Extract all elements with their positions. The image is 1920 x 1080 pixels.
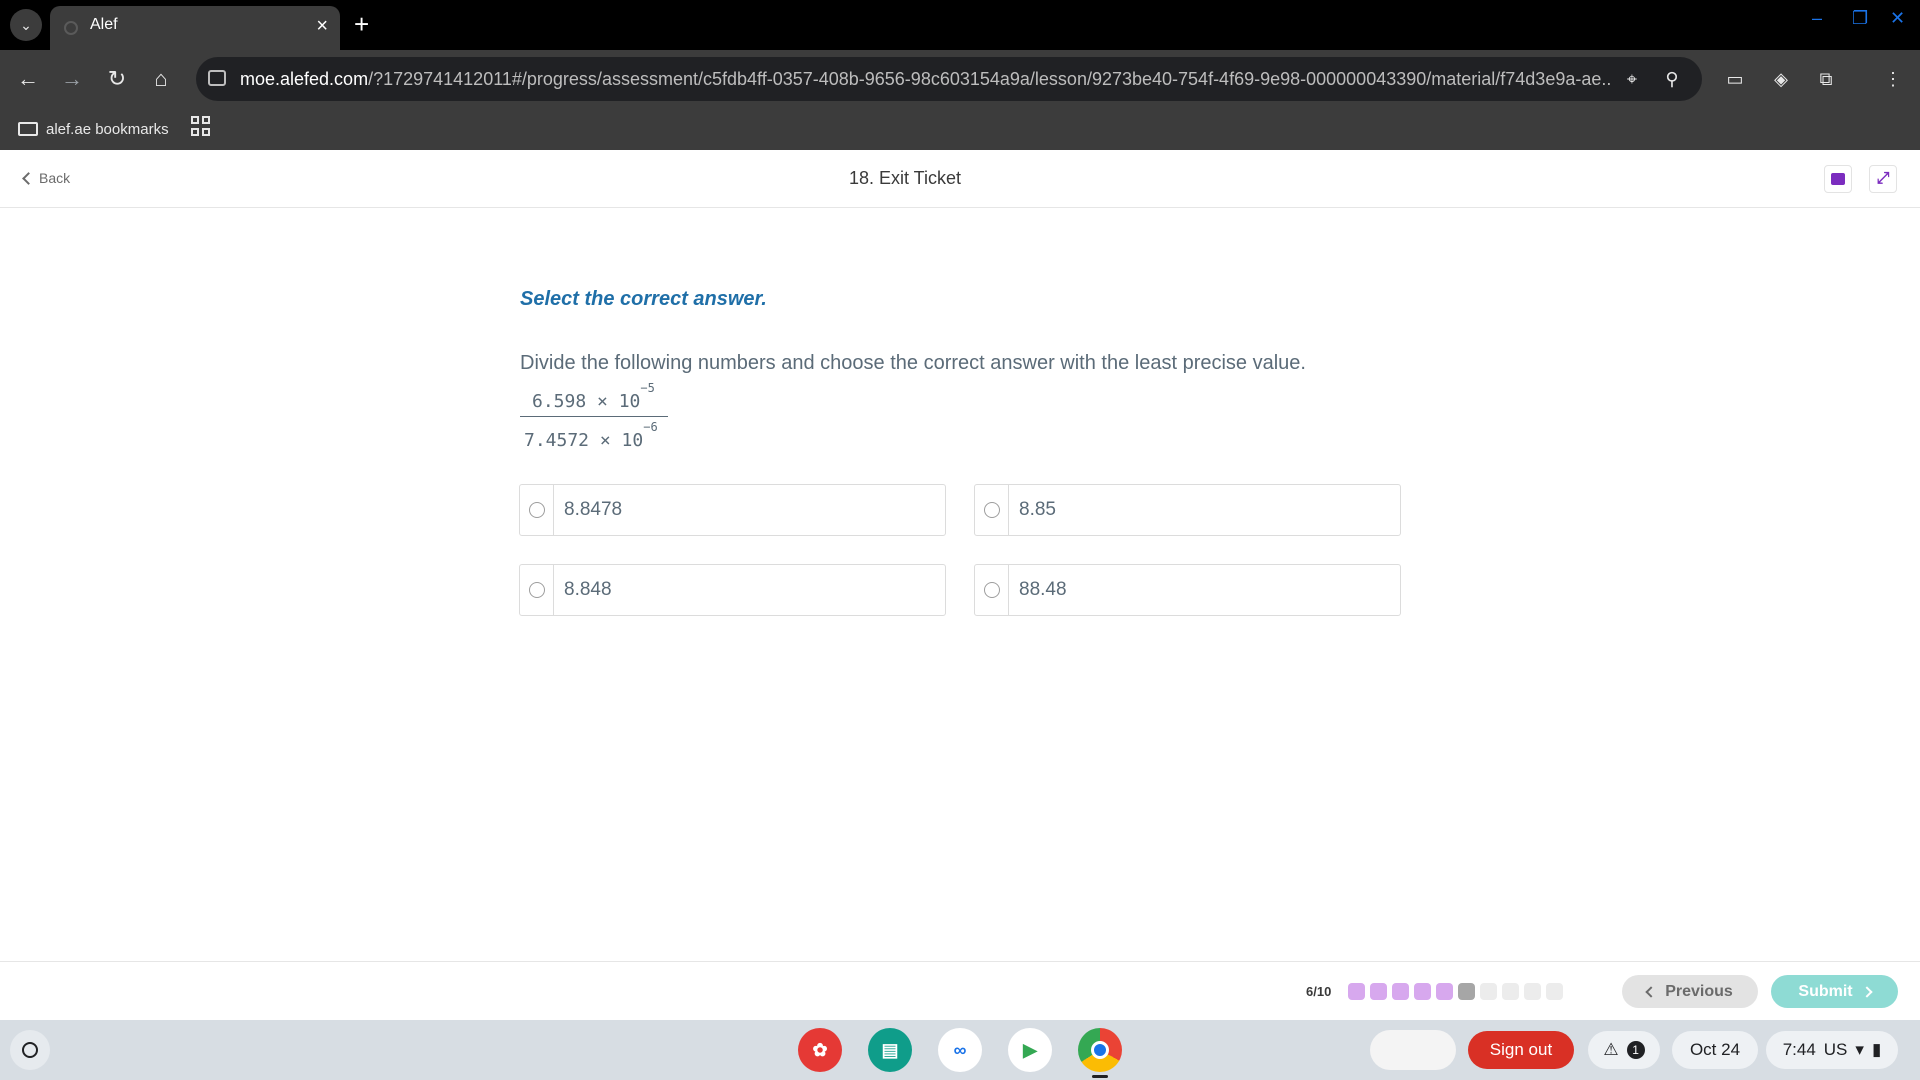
status-tray[interactable]: 7:44 US ▾ ▮ [1766,1031,1898,1069]
forward-arrow-icon[interactable]: → [56,63,88,95]
window-thumbnail[interactable] [1370,1030,1456,1070]
answer-option-c[interactable]: 8.848 [519,564,946,616]
fraction-bar [520,416,668,417]
menu-kebab-icon[interactable]: ⋮ [1880,66,1906,92]
minimize-icon[interactable]: – [1812,8,1822,29]
radio-button[interactable] [528,502,545,518]
answer-option-label: 88.48 [1019,579,1067,600]
browser-toolbar: ← → ↻ ⌂ moe.alefed.com/?1729741412011#/p… [0,50,1920,108]
submit-button[interactable]: Submit [1771,975,1898,1008]
progress-step [1392,983,1409,1000]
answer-option-label: 8.848 [564,579,612,600]
tab-favicon-icon [64,21,78,35]
progress-step [1480,983,1497,1000]
date-tray[interactable]: Oct 24 [1672,1031,1758,1069]
home-icon[interactable]: ⌂ [145,63,177,95]
radio-cell[interactable] [520,565,554,615]
dictionary-button[interactable] [1824,165,1852,193]
fraction-denominator: 7.4572 × 10−6 [524,420,658,451]
new-tab-button[interactable]: + [354,8,369,40]
fullscreen-button[interactable]: ⤢ [1869,165,1897,193]
answer-option-d[interactable]: 88.48 [974,564,1401,616]
progress-label: 6/10 [1306,984,1332,999]
progress-step [1370,983,1387,1000]
question-prompt: Divide the following numbers and choose … [520,352,1306,374]
folder-icon [18,122,38,136]
browser-tab-bar: ⌄ Alef × + – ❐ ✕ [0,0,1920,50]
zoom-icon[interactable]: ⚲ [1660,67,1684,91]
restore-icon[interactable]: ❐ [1852,8,1868,29]
radio-cell[interactable] [520,485,554,535]
progress-step [1546,983,1563,1000]
tab-close-icon[interactable]: × [316,14,328,38]
dictionary-icon [1831,173,1845,185]
progress-step [1436,983,1453,1000]
bookmark-folder-label: alef.ae bookmarks [46,120,169,138]
warning-icon: ⚠ [1603,1040,1619,1059]
radio-button[interactable] [528,582,545,598]
fraction-numerator: 6.598 × 10−5 [532,381,655,412]
bookmark-folder[interactable]: alef.ae bookmarks [18,116,169,142]
chrome-icon[interactable] [1078,1028,1122,1072]
link-app-icon[interactable]: ∞ [938,1028,982,1072]
running-indicator [1092,1075,1108,1078]
radio-cell[interactable] [975,485,1009,535]
location-pin-icon[interactable]: ⌖ [1620,67,1644,91]
instruction-text: Select the correct answer. [520,288,767,310]
notification-count: 1 [1626,1041,1645,1059]
url-host: moe.alefed.com [240,69,369,89]
progress-indicator [1348,983,1563,1001]
cast-icon[interactable]: ▭ [1722,66,1748,92]
back-arrow-icon[interactable]: ← [12,63,44,95]
expand-icon: ⤢ [1876,170,1890,187]
classroom-app-icon[interactable]: ▤ [868,1028,912,1072]
paint-app-icon[interactable]: ✿ [798,1028,842,1072]
chevron-left-icon [1645,985,1657,998]
answer-option-label: 8.85 [1019,499,1056,520]
battery-icon: ▮ [1871,1040,1882,1059]
launcher-icon [22,1042,38,1058]
extension-badge-icon[interactable]: ◈ [1768,66,1794,92]
radio-button[interactable] [983,582,1000,598]
previous-label: Previous [1665,982,1733,1000]
notifications-tray[interactable]: ⚠ 1 [1588,1031,1660,1069]
submit-label: Submit [1798,982,1853,1000]
launcher-button[interactable] [10,1030,50,1070]
play-store-icon[interactable]: ▶ [1008,1028,1052,1072]
assessment-footer: 6/10 Previous Submit [0,961,1920,1020]
answer-option-label: 8.8478 [564,499,623,520]
chevron-right-icon [1860,985,1873,998]
answer-option-a[interactable]: 8.8478 [519,484,946,536]
browser-tab[interactable]: Alef × [50,6,340,50]
previous-button[interactable]: Previous [1622,975,1758,1008]
page-title: 18. Exit Ticket [848,168,962,188]
answer-option-b[interactable]: 8.85 [974,484,1401,536]
tab-title: Alef [90,16,118,33]
url-text[interactable]: moe.alefed.com/?1729741412011#/progress/… [240,69,1610,90]
os-shelf: ✿ ▤ ∞ ▶ Sign out ⚠ 1 Oct 24 7:44 US ▾ ▮ [0,1020,1920,1080]
radio-cell[interactable] [975,565,1009,615]
progress-step [1524,983,1541,1000]
tab-search-button[interactable]: ⌄ [10,9,42,41]
bookmarks-bar: alef.ae bookmarks [0,108,1920,150]
apps-grid-icon[interactable] [191,116,211,136]
url-path: /?1729741412011#/progress/assessment/c5f… [368,69,1610,89]
progress-step [1414,983,1431,1000]
address-bar[interactable]: moe.alefed.com/?1729741412011#/progress/… [196,57,1702,101]
extensions-puzzle-icon[interactable]: ⧉ [1813,66,1839,92]
progress-step [1348,983,1365,1000]
close-window-icon[interactable]: ✕ [1890,8,1905,29]
clock: 7:44 [1782,1040,1816,1059]
radio-button[interactable] [983,502,1000,518]
fraction-expression: 6.598 × 10−5 7.4572 × 10−6 [520,380,668,455]
site-info-icon[interactable] [208,70,226,86]
progress-step [1502,983,1519,1000]
reload-icon[interactable]: ↻ [101,63,133,95]
page-header: Back 18. Exit Ticket ⤢ [0,150,1920,208]
wifi-icon: ▾ [1855,1040,1864,1059]
sign-out-button[interactable]: Sign out [1468,1031,1574,1069]
locale-label: US [1823,1040,1848,1059]
progress-step [1458,983,1475,1000]
